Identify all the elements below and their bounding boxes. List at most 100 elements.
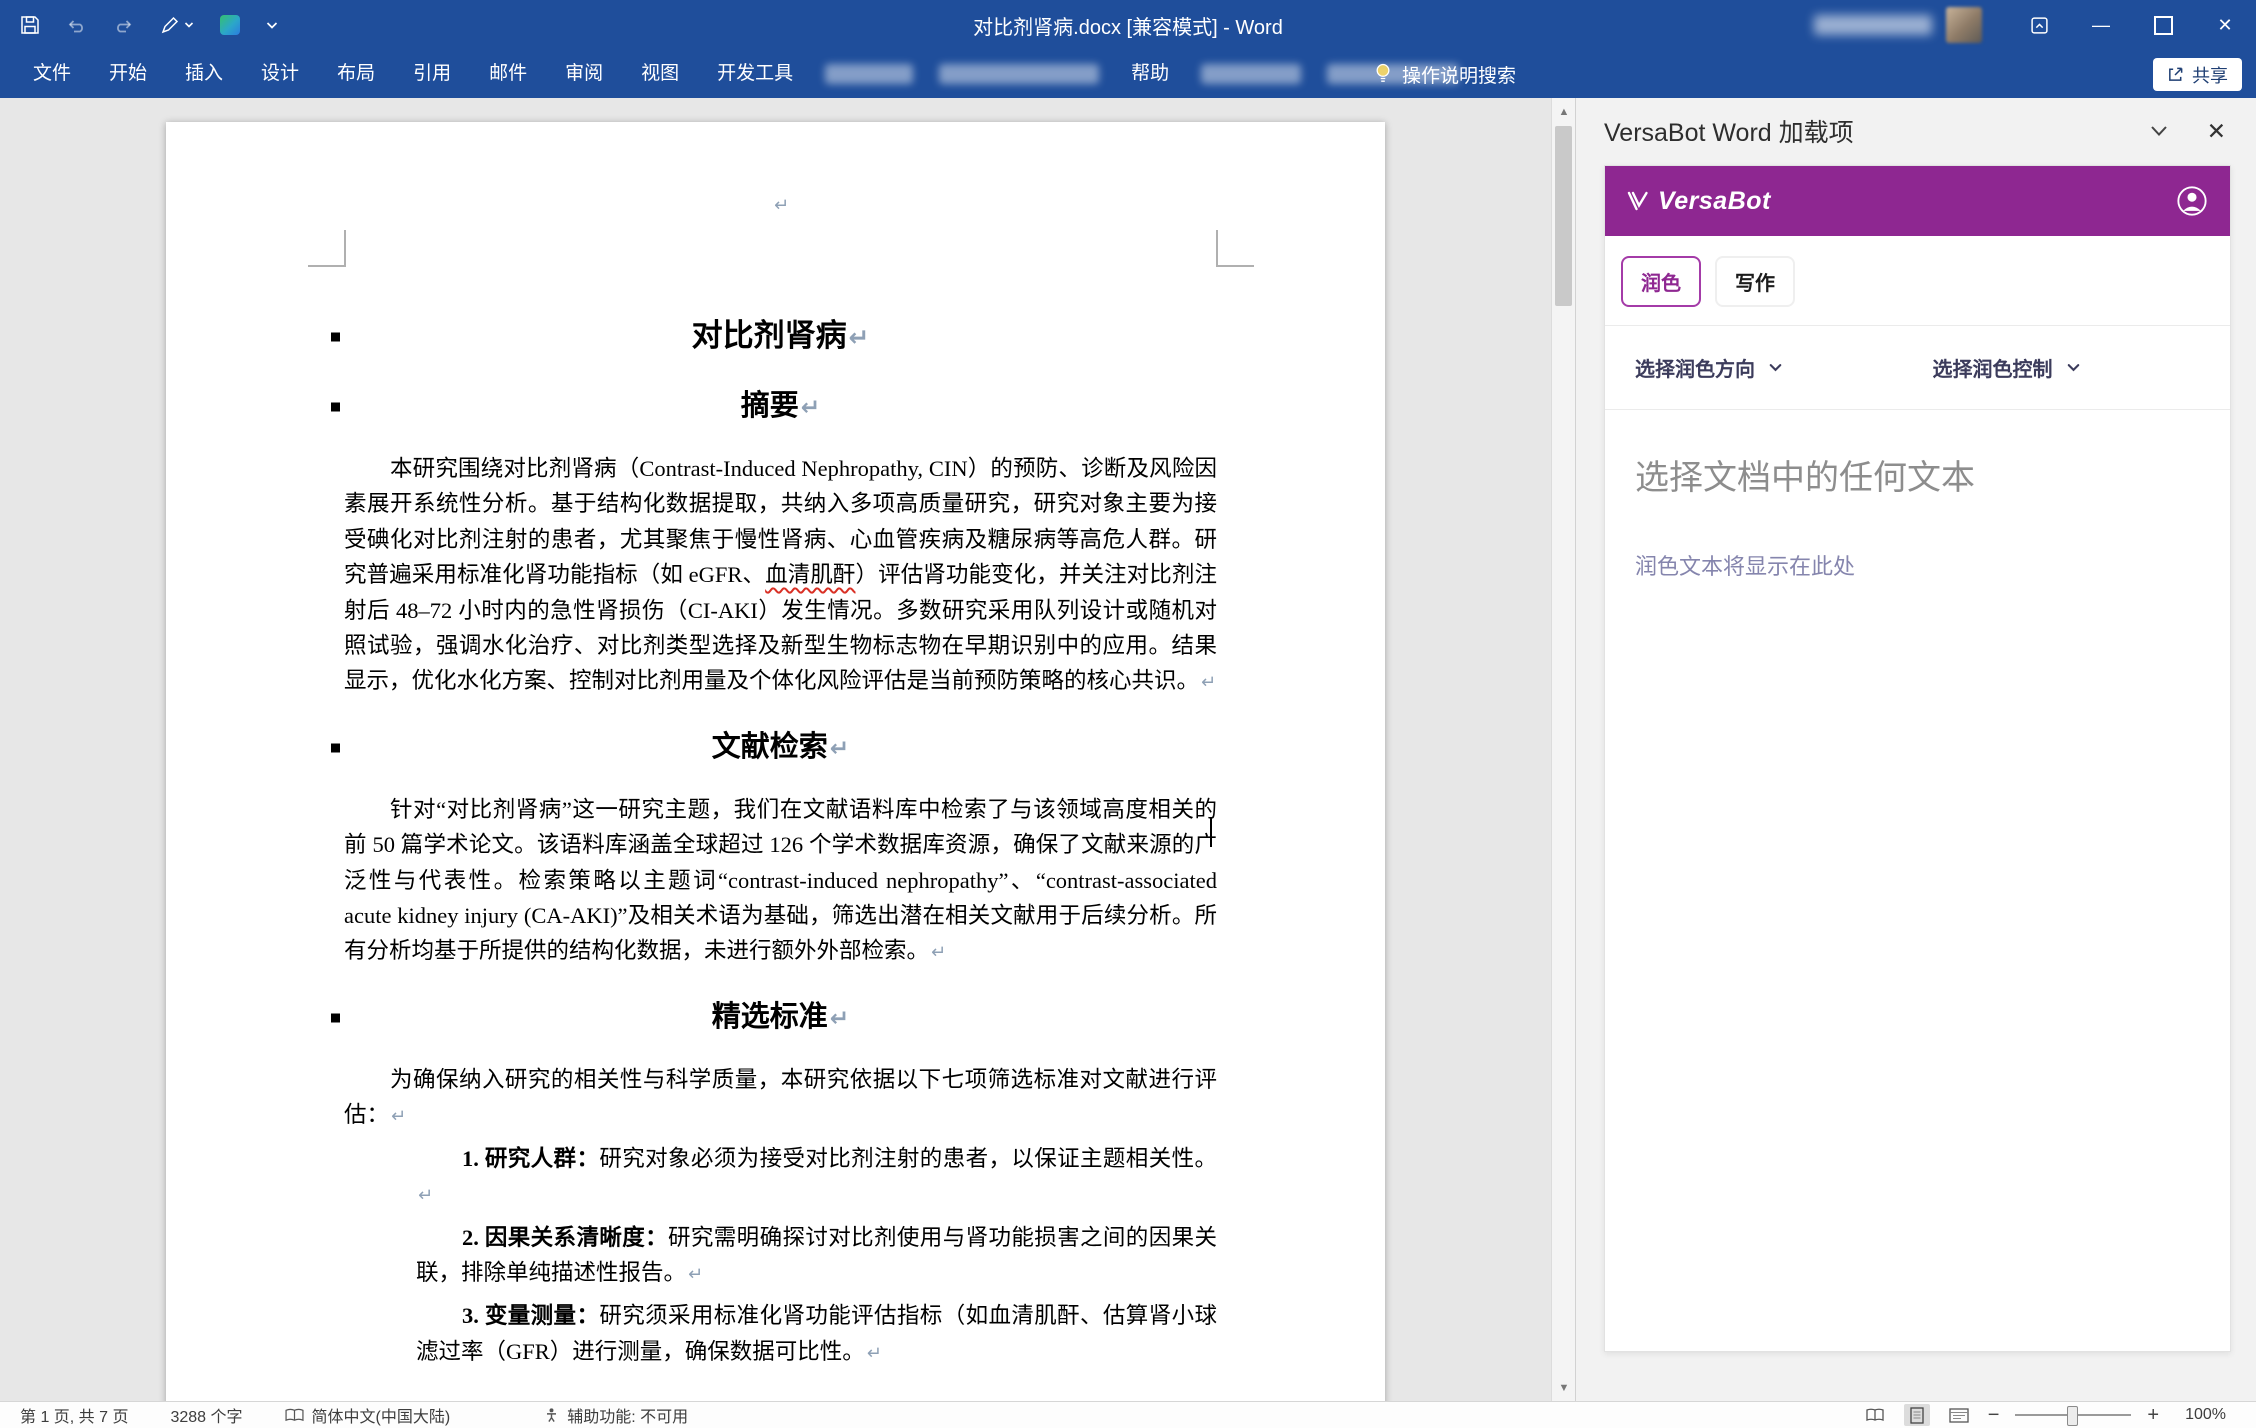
zoom-out-icon[interactable]: − <box>1988 1405 2000 1425</box>
ribbon-tab-redacted[interactable] <box>939 64 1099 84</box>
word-count-status[interactable]: 3288 个字 <box>170 1403 242 1427</box>
ribbon-tab-1[interactable]: 开始 <box>90 50 166 98</box>
lightbulb-icon <box>1374 62 1392 86</box>
search-label: 操作说明搜索 <box>1402 61 1516 88</box>
zoom-slider-thumb[interactable] <box>2067 1406 2078 1426</box>
customize-qat-icon[interactable] <box>266 21 278 30</box>
ribbon-tab-redacted[interactable] <box>825 64 913 84</box>
doc-section-heading[interactable]: 文献检索↵ <box>344 726 1217 770</box>
read-mode-view-icon[interactable] <box>1862 1404 1888 1426</box>
panel-tab-1[interactable]: 写作 <box>1715 256 1795 307</box>
text-run: 文献检索 <box>712 731 828 763</box>
accessibility-status[interactable]: 辅助功能: 不可用 <box>544 1403 688 1427</box>
scroll-down-icon[interactable]: ▼ <box>1552 1376 1576 1400</box>
scrollbar-thumb[interactable] <box>1555 126 1572 306</box>
doc-title-heading[interactable]: 对比剂肾病↵ <box>344 314 1217 360</box>
accessibility-person-icon <box>544 1407 559 1423</box>
zoom-in-icon[interactable]: + <box>2147 1405 2159 1425</box>
language-status[interactable]: 简体中文(中国大陆) <box>285 1403 451 1427</box>
panel-dropdown-1[interactable]: 选择润色控制 <box>1933 353 2231 382</box>
ribbon-tab-redacted[interactable] <box>1201 64 1301 84</box>
zoom-slider[interactable] <box>2015 1414 2131 1416</box>
share-button[interactable]: 共享 <box>2153 58 2242 91</box>
margin-crop-mark <box>344 230 346 267</box>
doc-paragraph[interactable]: 为确保纳入研究的相关性与科学质量，本研究依据以下七项筛选标准对文献进行评估：↵ <box>344 1062 1217 1135</box>
brand-name: VersaBot <box>1658 187 1771 216</box>
document-canvas[interactable]: ↵对比剂肾病↵摘要↵本研究围绕对比剂肾病（Contrast-Induced Ne… <box>0 98 1576 1402</box>
ribbon-tab-5[interactable]: 引用 <box>394 50 470 98</box>
document-content[interactable]: ↵对比剂肾病↵摘要↵本研究围绕对比剂肾病（Contrast-Induced Ne… <box>166 122 1385 1371</box>
page-number-status[interactable]: 第 1 页, 共 7 页 <box>20 1403 128 1427</box>
doc-paragraph[interactable]: 针对“对比剂肾病”这一研究主题，我们在文献语料库中检索了与该领域高度相关的前 5… <box>344 792 1217 971</box>
quick-access-toolbar <box>0 15 278 35</box>
doc-list-item[interactable]: 1. 研究人群：研究对象必须为接受对比剂注射的患者，以保证主题相关性。↵ <box>416 1141 1217 1214</box>
web-layout-view-icon[interactable] <box>1946 1404 1972 1426</box>
ribbon-tab-0[interactable]: 文件 <box>14 50 90 98</box>
doc-section-heading[interactable]: 摘要↵ <box>344 385 1217 429</box>
status-right: − + 100% <box>1862 1404 2256 1426</box>
vertical-scrollbar[interactable]: ▲ ▼ <box>1551 98 1576 1402</box>
ribbon-tab-7[interactable]: 审阅 <box>546 50 622 98</box>
versabot-card: VersaBot 润色写作 选择润色方向选择润色控制 选择文档中的任何文本 润色… <box>1604 165 2231 1352</box>
paragraph-mark-icon: ↵ <box>849 323 870 352</box>
doc-list-item[interactable]: 2. 因果关系清晰度：研究需明确探讨对比剂使用与肾功能损害之间的因果关联，排除单… <box>416 1220 1217 1293</box>
user-account-icon[interactable] <box>2176 185 2208 217</box>
text-run: 3. 变量测量： <box>462 1303 599 1328</box>
redo-icon[interactable] <box>113 18 134 33</box>
addin-dice-icon[interactable] <box>220 15 240 35</box>
pane-close-icon[interactable]: ✕ <box>2207 118 2226 145</box>
panel-dropdown-0[interactable]: 选择润色方向 <box>1635 353 1933 382</box>
heading-bullet-icon <box>331 333 340 342</box>
ribbon-tabs: 文件开始插入设计布局引用邮件审阅视图开发工具 帮助 <box>0 50 1472 98</box>
save-icon[interactable] <box>20 15 40 35</box>
ribbon-tab-8[interactable]: 视图 <box>622 50 698 98</box>
paragraph-mark-icon: ↵ <box>688 1264 703 1285</box>
tell-me-search[interactable]: 操作说明搜索 <box>1374 61 1516 88</box>
text-run: 精选标准 <box>712 1001 828 1033</box>
title-bar: 对比剂肾病.docx [兼容模式] - Word — ✕ <box>0 0 2256 50</box>
paragraph-mark-icon: ↵ <box>830 735 849 762</box>
panel-tab-bar: 润色写作 <box>1605 236 2230 325</box>
text-cursor-caret <box>1210 817 1212 847</box>
text-run: 对比剂肾病 <box>692 318 847 353</box>
ink-pen-icon[interactable] <box>160 15 194 35</box>
margin-crop-mark <box>1216 230 1218 267</box>
ribbon-display-options-icon[interactable] <box>2008 0 2070 50</box>
zoom-level[interactable]: 100% <box>2185 1406 2226 1424</box>
account-avatar[interactable] <box>1946 7 1982 43</box>
doc-section-heading[interactable]: 精选标准↵ <box>344 996 1217 1040</box>
text-run: 血清肌酐 <box>765 562 855 587</box>
paragraph-mark-icon: ↵ <box>774 195 789 216</box>
ribbon-tab-9[interactable]: 开发工具 <box>698 50 812 98</box>
undo-icon[interactable] <box>66 18 87 33</box>
doc-list-item[interactable]: 3. 变量测量：研究须采用标准化肾功能评估指标（如血清肌酐、估算肾小球滤过率（G… <box>416 1298 1217 1371</box>
print-layout-view-icon[interactable] <box>1904 1404 1930 1426</box>
ribbon-tab-row: 文件开始插入设计布局引用邮件审阅视图开发工具 帮助 操作说明搜索 共享 <box>0 50 2256 98</box>
doc-paragraph[interactable]: 本研究围绕对比剂肾病（Contrast-Induced Nephropathy,… <box>344 451 1217 701</box>
titlebar-right-controls: — ✕ <box>1814 0 2256 50</box>
maximize-button[interactable] <box>2132 0 2194 50</box>
text-run: 针对“对比剂肾病”这一研究主题，我们在文献语料库中检索了与该领域高度相关的前 5… <box>344 797 1217 964</box>
heading-bullet-icon <box>331 403 340 412</box>
proofing-book-icon <box>285 1408 304 1423</box>
placeholder-subtitle: 润色文本将显示在此处 <box>1635 549 2200 581</box>
document-page[interactable]: ↵对比剂肾病↵摘要↵本研究围绕对比剂肾病（Contrast-Induced Ne… <box>166 122 1385 1402</box>
margin-crop-mark <box>1216 265 1254 267</box>
close-button[interactable]: ✕ <box>2194 0 2256 50</box>
ribbon-tab-4[interactable]: 布局 <box>318 50 394 98</box>
ribbon-tab-3[interactable]: 设计 <box>242 50 318 98</box>
scroll-up-icon[interactable]: ▲ <box>1552 100 1576 124</box>
task-pane-title: VersaBot Word 加载项 <box>1604 113 2111 149</box>
pane-options-chevron-icon[interactable] <box>2149 124 2169 138</box>
versabot-brand-bar: VersaBot <box>1605 166 2230 236</box>
versabot-logo: VersaBot <box>1627 187 1771 216</box>
panel-tab-0[interactable]: 润色 <box>1621 256 1701 307</box>
ribbon-tab-6[interactable]: 邮件 <box>470 50 546 98</box>
dropdown-label: 选择润色控制 <box>1933 353 2053 382</box>
share-label: 共享 <box>2192 62 2228 88</box>
doc-empty-paragraph[interactable]: ↵ <box>344 186 1217 222</box>
margin-crop-mark <box>308 265 346 267</box>
minimize-button[interactable]: — <box>2070 0 2132 50</box>
ribbon-tab-12[interactable]: 帮助 <box>1112 50 1188 98</box>
ribbon-tab-2[interactable]: 插入 <box>166 50 242 98</box>
